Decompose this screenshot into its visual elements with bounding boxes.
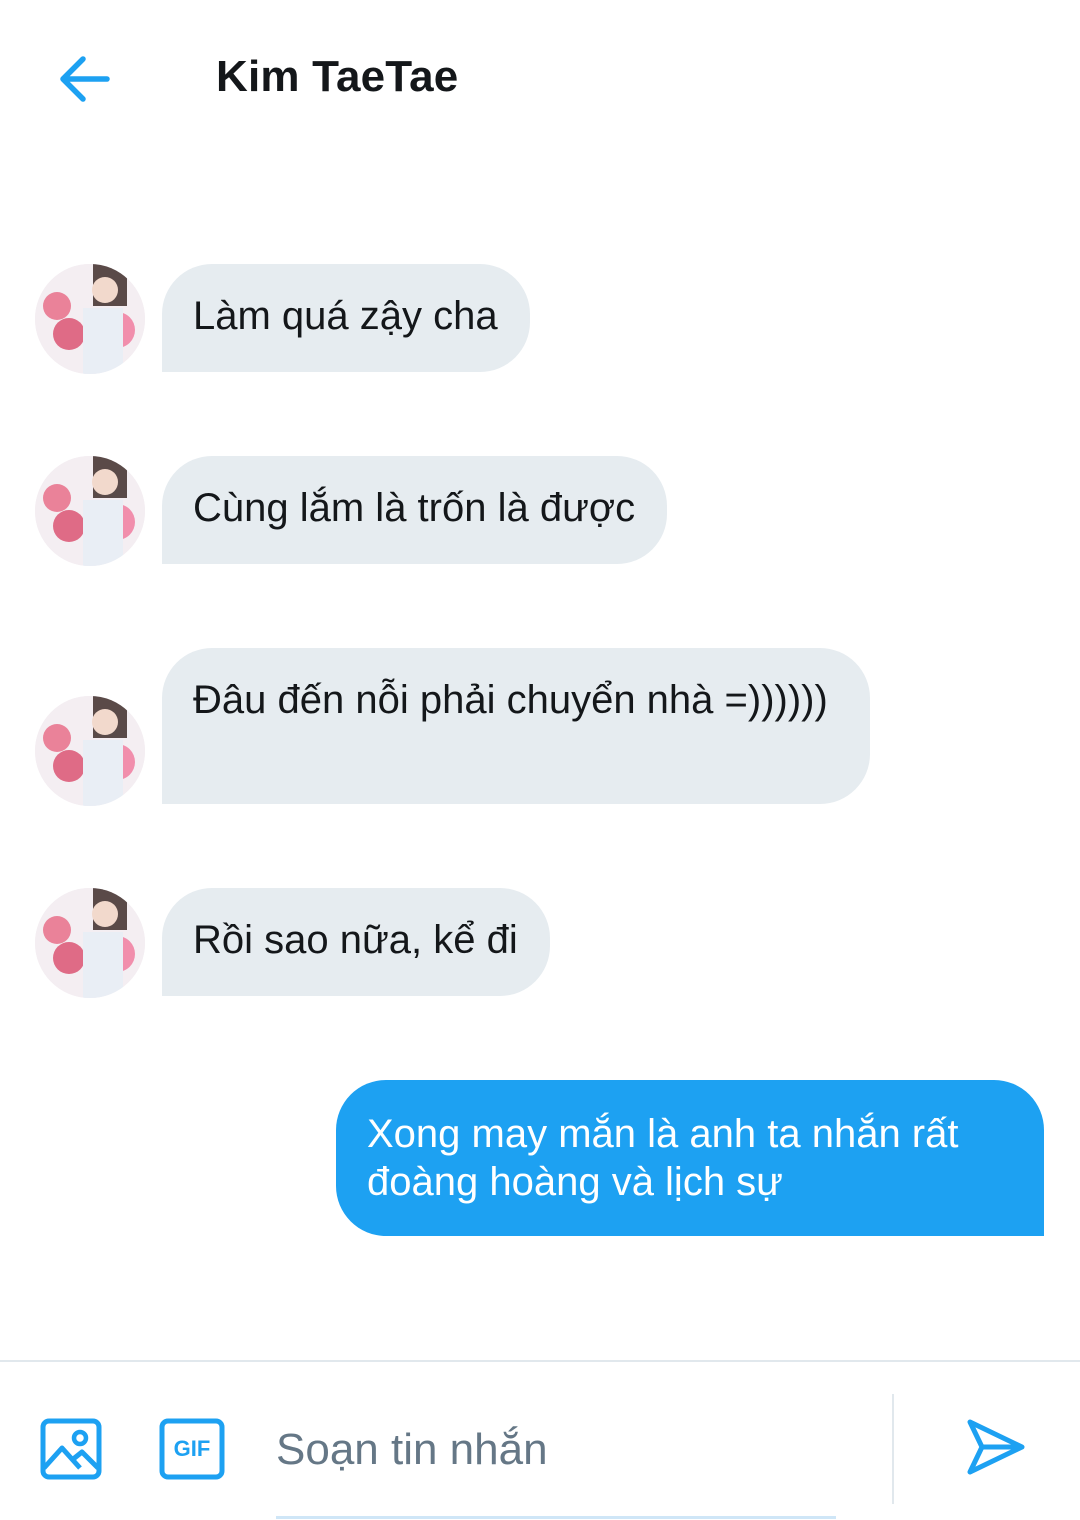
- add-gif-button[interactable]: GIF: [158, 1416, 226, 1482]
- message-text: Cùng lắm là trốn là được: [193, 486, 636, 530]
- image-icon: [40, 1418, 102, 1480]
- contact-avatar[interactable]: [35, 696, 145, 806]
- message-bubble-incoming[interactable]: Làm quá zậy cha: [162, 264, 530, 372]
- message-bubble-incoming[interactable]: Đâu đến nỗi phải chuyển nhà =)))))): [162, 648, 870, 804]
- avatar-image: [35, 888, 145, 998]
- back-button[interactable]: [50, 48, 116, 110]
- avatar-image: [35, 264, 145, 374]
- message-text: Làm quá zậy cha: [193, 294, 498, 338]
- contact-avatar[interactable]: [35, 264, 145, 374]
- composer-divider: [892, 1394, 894, 1504]
- send-button[interactable]: [962, 1414, 1028, 1480]
- send-icon: [967, 1419, 1025, 1475]
- message-bubble-incoming[interactable]: Cùng lắm là trốn là được: [162, 456, 668, 564]
- arrow-left-icon: [60, 56, 110, 102]
- conversation-title: Kim TaeTae: [216, 52, 459, 101]
- chat-header: Kim TaeTae: [0, 0, 1080, 160]
- avatar-image: [35, 696, 145, 806]
- avatar-image: [35, 456, 145, 566]
- message-bubble-incoming[interactable]: Rồi sao nữa, kể đi: [162, 888, 550, 996]
- message-text: Đâu đến nỗi phải chuyển nhà =)))))): [193, 678, 828, 722]
- message-text: Xong may mắn là anh ta nhắn rất đoàng ho…: [367, 1112, 959, 1204]
- chat-screen: Kim TaeTae Làm quá zậy cha Cùng lắm là t…: [0, 0, 1080, 1520]
- contact-avatar[interactable]: [35, 456, 145, 566]
- message-text: Rồi sao nữa, kể đi: [193, 918, 518, 962]
- gif-label: GIF: [173, 1436, 211, 1461]
- contact-avatar[interactable]: [35, 888, 145, 998]
- message-input[interactable]: [276, 1402, 836, 1498]
- message-input-underline: [276, 1516, 836, 1519]
- message-bubble-outgoing[interactable]: Xong may mắn là anh ta nhắn rất đoàng ho…: [336, 1080, 1044, 1236]
- message-composer: GIF: [0, 1360, 1080, 1520]
- add-image-button[interactable]: [38, 1416, 104, 1482]
